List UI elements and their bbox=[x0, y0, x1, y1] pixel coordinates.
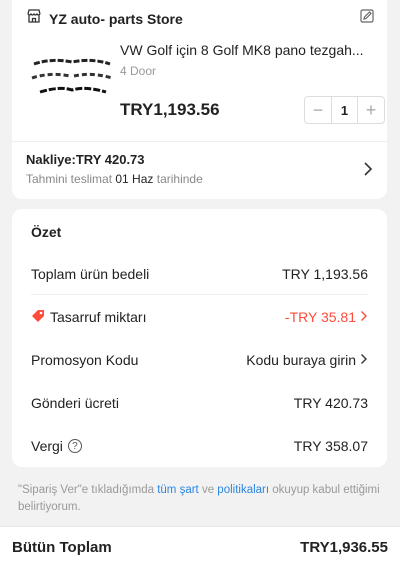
promo-label: Promosyon Kodu bbox=[31, 352, 139, 368]
edit-icon[interactable] bbox=[359, 8, 375, 29]
store-icon bbox=[26, 8, 42, 29]
product-image[interactable] bbox=[30, 54, 114, 100]
savings-value: -TRY 35.81 bbox=[284, 309, 356, 325]
shipping-fee-label: Gönderi ücreti bbox=[31, 395, 119, 411]
shipping-fee-value: TRY 420.73 bbox=[293, 395, 368, 411]
tax-label: Vergi bbox=[31, 438, 63, 454]
shipping-row[interactable]: Nakliye:TRY 420.73 Tahmini teslimat 01 H… bbox=[12, 142, 387, 199]
grand-total-value: TRY1,936.55 bbox=[300, 539, 388, 556]
product-title[interactable]: VW Golf için 8 Golf MK8 pano tezgah... bbox=[120, 42, 378, 58]
shipping-fee-row: Gönderi ücreti TRY 420.73 bbox=[31, 382, 368, 424]
subtotal-value: TRY 1,193.56 bbox=[282, 265, 368, 282]
summary-card: Özet Toplam ürün bedeli TRY 1,193.56 Tas… bbox=[12, 209, 387, 467]
tag-icon bbox=[31, 309, 45, 326]
chevron-right-icon bbox=[363, 161, 373, 182]
terms-link[interactable]: tüm şart bbox=[157, 484, 199, 496]
product-variant[interactable]: 4 Door bbox=[120, 64, 156, 78]
delivery-date: 01 Haz bbox=[115, 172, 154, 186]
store-card: YZ auto- parts Store VW Golf için 8 Golf… bbox=[12, 0, 387, 199]
delivery-estimate: Tahmini teslimat 01 Haz tarihinde bbox=[26, 172, 203, 186]
store-header[interactable]: YZ auto- parts Store bbox=[26, 8, 183, 29]
increase-button[interactable]: + bbox=[358, 97, 384, 123]
help-icon[interactable]: ? bbox=[67, 439, 82, 453]
store-name: YZ auto- parts Store bbox=[49, 10, 183, 27]
decrease-button[interactable]: − bbox=[305, 97, 331, 123]
product-price: TRY1,193.56 bbox=[120, 100, 220, 119]
shipping-cost: Nakliye:TRY 420.73 bbox=[26, 152, 145, 167]
quantity-stepper: − 1 + bbox=[304, 96, 385, 124]
subtotal-label: Toplam ürün bedeli bbox=[31, 265, 150, 282]
chevron-right-icon bbox=[360, 309, 368, 325]
tax-row: Vergi ? TRY 358.07 bbox=[31, 425, 368, 467]
total-bar: Bütün Toplam TRY1,936.55 bbox=[0, 526, 400, 568]
quantity-value[interactable]: 1 bbox=[331, 97, 358, 123]
promo-input-prompt[interactable]: Kodu buraya girin bbox=[246, 352, 356, 368]
terms-text: "Sipariş Ver"e tıkladığımda tüm şart ve … bbox=[18, 484, 380, 513]
chevron-right-icon bbox=[360, 352, 368, 368]
summary-title: Özet bbox=[31, 224, 62, 240]
savings-row[interactable]: Tasarruf miktarı -TRY 35.81 bbox=[31, 296, 368, 338]
savings-label: Tasarruf miktarı bbox=[50, 309, 147, 325]
subtotal-row: Toplam ürün bedeli TRY 1,193.56 bbox=[31, 253, 368, 295]
tax-value: TRY 358.07 bbox=[293, 438, 368, 454]
promo-code-row[interactable]: Promosyon Kodu Kodu buraya girin bbox=[31, 339, 368, 381]
grand-total-label: Bütün Toplam bbox=[12, 539, 112, 556]
policies-link[interactable]: politikaları bbox=[217, 484, 269, 496]
